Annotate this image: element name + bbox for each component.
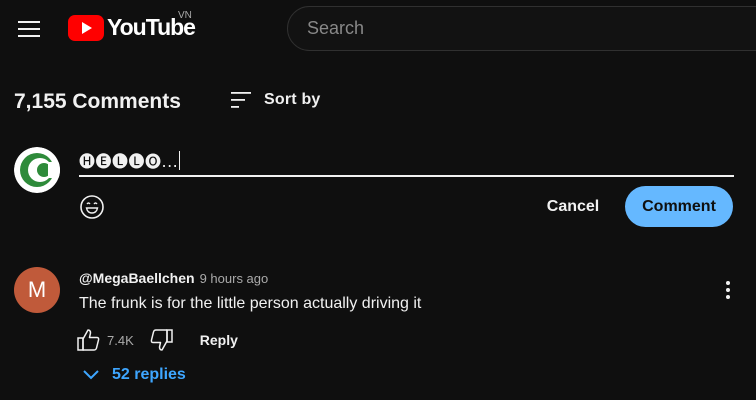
- submit-comment-button[interactable]: Comment: [625, 186, 733, 227]
- reply-button[interactable]: Reply: [200, 332, 238, 348]
- youtube-logo[interactable]: YouTube: [68, 14, 196, 41]
- thumbs-down-icon: [150, 329, 173, 351]
- sort-lines-icon: [231, 92, 251, 108]
- comment-meta: @MegaBaellchen 9 hours ago: [79, 270, 268, 286]
- commenter-avatar[interactable]: M: [14, 267, 60, 313]
- comment-actions: 7.4K Reply: [76, 327, 238, 353]
- menu-button[interactable]: [12, 12, 46, 46]
- sort-button[interactable]: Sort by: [230, 90, 321, 110]
- cancel-button[interactable]: Cancel: [538, 190, 608, 224]
- top-bar: YouTube VN: [0, 0, 756, 58]
- like-button[interactable]: [76, 327, 102, 353]
- comment-time[interactable]: 9 hours ago: [200, 271, 269, 286]
- region-code: VN: [178, 10, 192, 21]
- search-input[interactable]: [288, 7, 756, 50]
- smiley-icon: [80, 195, 104, 219]
- replies-label: 52 replies: [112, 366, 186, 383]
- comment-input-field[interactable]: 🅗🅔🅛🅛🅞...: [79, 146, 734, 177]
- comment-input-text: 🅗🅔🅛🅛🅞...: [79, 151, 181, 171]
- emoji-button[interactable]: [79, 194, 105, 220]
- sort-label: Sort by: [264, 91, 321, 108]
- user-avatar[interactable]: [14, 147, 60, 193]
- comments-header: 7,155 Comments: [14, 90, 181, 114]
- search-box[interactable]: [287, 6, 756, 51]
- chevron-down-icon: [83, 370, 99, 380]
- view-replies-button[interactable]: 52 replies: [82, 366, 186, 384]
- comment-more-button[interactable]: [716, 278, 740, 302]
- like-count: 7.4K: [107, 332, 134, 348]
- dislike-button[interactable]: [148, 327, 174, 353]
- text-caret: [179, 151, 181, 170]
- comment-author[interactable]: @MegaBaellchen: [79, 270, 195, 286]
- comments-count: 7,155 Comments: [14, 90, 181, 113]
- comment-text: The frunk is for the little person actua…: [79, 295, 422, 312]
- vertical-dots-icon: [726, 281, 730, 299]
- youtube-play-icon: [68, 14, 104, 41]
- hamburger-icon: [18, 21, 40, 37]
- thumbs-up-icon: [77, 329, 100, 351]
- channel-logo-icon: [14, 147, 60, 193]
